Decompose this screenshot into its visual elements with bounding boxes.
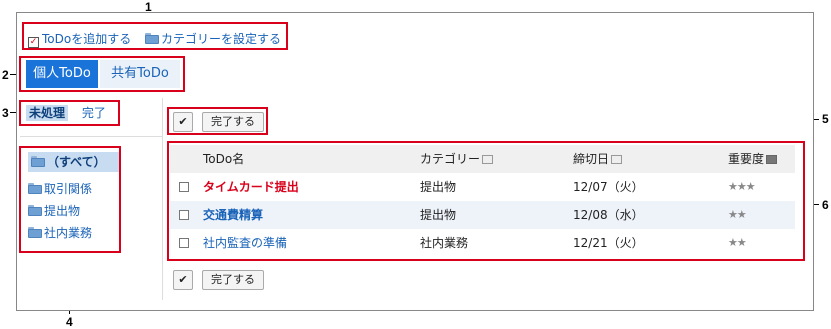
pane-separator bbox=[162, 98, 163, 300]
callout-box-2 bbox=[19, 56, 185, 92]
select-all-button-bottom[interactable]: ✔ bbox=[173, 270, 193, 290]
sidebar-divider bbox=[20, 136, 162, 137]
complete-button-bottom[interactable]: 完了する bbox=[202, 270, 264, 290]
callout-2: 2 bbox=[2, 68, 9, 82]
callout-4: 4 bbox=[66, 315, 73, 329]
callout-3: 3 bbox=[2, 106, 9, 120]
callout-box-1 bbox=[22, 22, 288, 50]
callout-box-3 bbox=[19, 100, 120, 126]
callout-5: 5 bbox=[822, 112, 829, 126]
callout-6: 6 bbox=[822, 198, 829, 212]
callout-box-6 bbox=[167, 141, 805, 261]
callout-box-4 bbox=[19, 146, 121, 253]
callout-box-5 bbox=[167, 107, 268, 135]
